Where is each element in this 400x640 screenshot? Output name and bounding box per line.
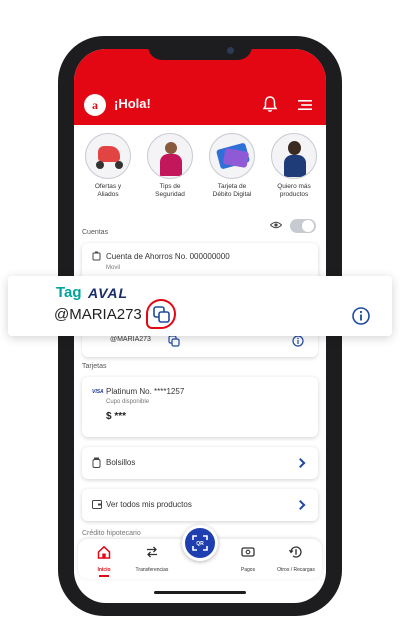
nav-home[interactable]: Inicio — [80, 545, 128, 577]
card-amount: $ *** — [106, 411, 127, 422]
nav-home-label: Inicio — [97, 567, 111, 573]
nav-transfers[interactable]: Transferencias — [128, 545, 176, 573]
wallet-icon — [92, 500, 102, 509]
section-accounts-title: Cuentas — [82, 229, 109, 236]
bolsillos-label: Bolsillos — [106, 458, 136, 467]
quick-action-debit-card[interactable]: Tarjeta de Débito Digital — [202, 133, 262, 199]
card-subtitle: Cupo disponible — [106, 399, 150, 405]
quick-action-security-tips[interactable]: Tips de Seguridad — [140, 133, 200, 199]
quick-action-label: Tips de Seguridad — [155, 183, 185, 198]
qr-scan-button[interactable]: QR — [182, 525, 218, 561]
phone-notch — [148, 40, 252, 60]
account-title: Cuenta de Ahorros No. 000000000 — [106, 252, 230, 261]
transfer-arrows-icon — [147, 546, 157, 558]
bolsillos-row[interactable]: Bolsillos — [82, 447, 318, 479]
stage: a ¡Hola! Ofertas y Aliados Tips de Segur… — [0, 0, 400, 640]
greeting-title: ¡Hola! — [114, 96, 151, 111]
top-bar: a ¡Hola! — [74, 49, 326, 125]
section-mortgage-title: Crédito hipotecario — [82, 530, 141, 537]
more-products-illustration-icon — [271, 133, 317, 179]
account-subtitle: Movil — [106, 265, 121, 271]
quick-action-label: Ofertas y Aliados — [94, 183, 122, 198]
payments-icon — [241, 547, 255, 557]
nav-payments[interactable]: Pagos — [224, 545, 272, 573]
tag-aval-banner: Tag AVAL @MARIA273 — [8, 276, 392, 336]
chevron-right-icon — [295, 458, 306, 468]
nav-other-label: Otros / Recargas — [277, 567, 315, 573]
offers-illustration-icon — [85, 133, 131, 179]
quick-action-label: Quiero más productos — [277, 183, 311, 198]
bell-icon[interactable] — [262, 95, 278, 113]
jar-icon — [92, 457, 101, 468]
copy-icon-small[interactable] — [168, 335, 180, 347]
all-products-row[interactable]: Ver todos mis productos — [82, 489, 318, 521]
info-icon-small[interactable] — [292, 335, 304, 347]
quick-action-more-products[interactable]: Quiero más productos — [264, 133, 324, 199]
tag-prefix: Tag — [56, 284, 82, 301]
recharge-icon — [288, 546, 302, 558]
chevron-right-icon — [295, 500, 306, 510]
info-icon[interactable] — [352, 307, 370, 325]
copy-icon[interactable] — [153, 306, 170, 323]
nav-payments-label: Pagos — [240, 567, 256, 573]
card-title: Platinum No. ****1257 — [106, 387, 185, 396]
toggle-knob — [302, 220, 314, 232]
home-indicator — [154, 591, 246, 594]
quick-action-offers[interactable]: Ofertas y Aliados — [78, 133, 138, 199]
nav-transfers-label: Transferencias — [135, 567, 169, 573]
piggy-bank-icon — [92, 251, 101, 261]
bank-logo: a — [84, 94, 106, 116]
visa-logo: VISA — [92, 389, 104, 395]
section-cards-title: Tarjetas — [82, 363, 107, 370]
tag-handle: @MARIA273 — [54, 306, 142, 323]
nav-other[interactable]: Otros / Recargas — [272, 545, 320, 573]
camera-icon — [227, 47, 234, 54]
qr-label: QR — [196, 541, 204, 547]
debit-card-illustration-icon — [209, 133, 255, 179]
all-products-label: Ver todos mis productos — [106, 500, 192, 509]
quick-action-label: Tarjeta de Débito Digital — [212, 183, 252, 198]
tag-handle-small: @MARIA273 — [110, 336, 151, 343]
hide-balance-toggle[interactable] — [290, 219, 316, 233]
active-indicator — [99, 575, 109, 577]
home-icon — [97, 545, 111, 559]
eye-icon[interactable] — [270, 221, 282, 229]
security-tips-illustration-icon — [147, 133, 193, 179]
menu-icon[interactable] — [298, 99, 312, 111]
credit-card-item[interactable]: VISA Platinum No. ****1257 Cupo disponib… — [82, 377, 318, 437]
aval-logo: AVAL — [88, 285, 129, 301]
